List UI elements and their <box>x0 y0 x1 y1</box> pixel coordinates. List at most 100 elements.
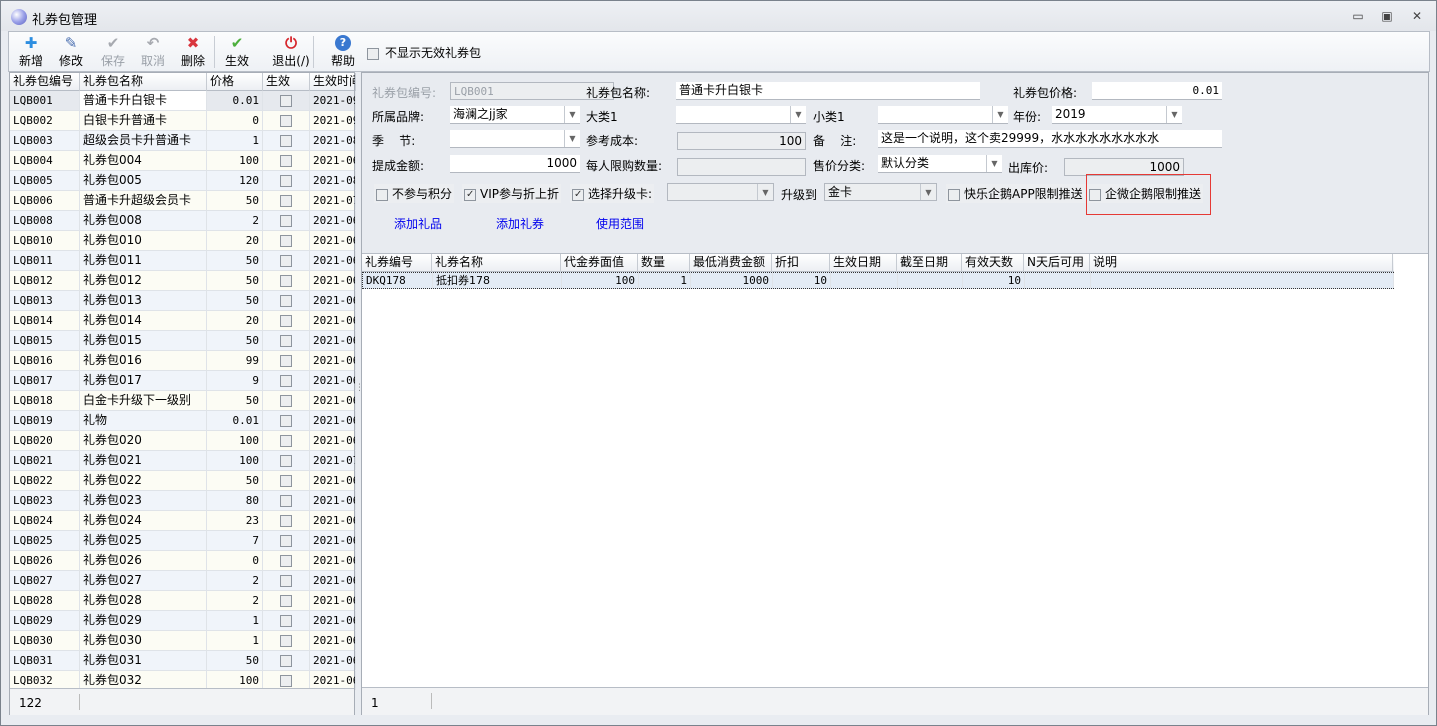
toolbar-button-3[interactable]: ↶ 取消 <box>135 34 171 70</box>
chevron-down-icon[interactable]: ▼ <box>564 130 580 147</box>
active-checkbox[interactable] <box>280 534 292 547</box>
table-row[interactable]: LQB014 礼券包014 20 2021-06 <box>10 311 356 331</box>
column-header[interactable]: 礼券包编号 <box>10 73 80 91</box>
usage-scope-link[interactable]: 使用范围 <box>596 215 644 232</box>
active-checkbox[interactable] <box>280 454 292 467</box>
chevron-down-icon[interactable]: ▼ <box>790 106 806 123</box>
column-header[interactable]: N天后可用 <box>1024 254 1090 272</box>
close-button[interactable]: ✕ <box>1409 9 1425 23</box>
toolbar-button-2[interactable]: ✔ 保存 <box>95 34 131 70</box>
active-checkbox[interactable] <box>280 274 292 287</box>
column-header[interactable]: 有效天数 <box>962 254 1024 272</box>
table-row[interactable]: LQB021 礼券包021 100 2021-07 <box>10 451 356 471</box>
app-push-limit-checkbox-box[interactable] <box>948 188 960 201</box>
active-checkbox[interactable] <box>280 114 292 127</box>
chevron-down-icon[interactable]: ▼ <box>992 106 1008 123</box>
hide-invalid-checkbox[interactable]: 不显示无效礼券包 <box>367 44 481 61</box>
column-header[interactable]: 截至日期 <box>897 254 962 272</box>
active-checkbox[interactable] <box>280 174 292 187</box>
column-header[interactable]: 代金券面值 <box>561 254 638 272</box>
table-row[interactable]: LQB002 白银卡升普通卡 0 2021-09 <box>10 111 356 131</box>
toolbar-button-5[interactable]: ✔ 生效 <box>219 34 255 70</box>
column-header[interactable]: 礼券包名称 <box>80 73 207 91</box>
toolbar-button-7[interactable]: ? 帮助 <box>325 34 361 70</box>
chevron-down-icon[interactable]: ▼ <box>564 106 580 123</box>
table-row[interactable]: LQB012 礼券包012 50 2021-06 <box>10 271 356 291</box>
active-checkbox[interactable] <box>280 574 292 587</box>
active-checkbox[interactable] <box>280 254 292 267</box>
column-header[interactable]: 数量 <box>638 254 690 272</box>
chevron-down-icon[interactable]: ▼ <box>1166 106 1182 123</box>
table-row[interactable]: LQB006 普通卡升超级会员卡 50 2021-07 <box>10 191 356 211</box>
app-push-limit-checkbox[interactable]: 快乐企鹅APP限制推送 <box>946 184 1085 203</box>
chevron-down-icon[interactable]: ▼ <box>920 184 936 200</box>
active-checkbox[interactable] <box>280 334 292 347</box>
column-header[interactable]: 价格 <box>207 73 263 91</box>
table-row[interactable]: LQB013 礼券包013 50 2021-06 <box>10 291 356 311</box>
year-select[interactable]: 2019 ▼ <box>1052 106 1182 124</box>
cat1-select[interactable]: ▼ <box>676 106 806 124</box>
table-row[interactable]: LQB011 礼券包011 50 2021-06 <box>10 251 356 271</box>
toolbar-button-1[interactable]: ✎ 修改 <box>53 34 89 70</box>
toolbar-button-0[interactable]: ✚ 新增 <box>13 34 49 70</box>
table-row[interactable]: LQB024 礼券包024 23 2021-06 <box>10 511 356 531</box>
table-row[interactable]: LQB001 普通卡升白银卡 0.01 2021-09 <box>10 91 356 111</box>
column-header[interactable]: 礼券编号 <box>362 254 432 272</box>
restore-button[interactable]: ▣ <box>1379 9 1395 23</box>
table-row[interactable]: LQB028 礼券包028 2 2021-06 <box>10 591 356 611</box>
column-header[interactable]: 最低消费金额 <box>690 254 772 272</box>
table-row[interactable]: LQB026 礼券包026 0 2021-06 <box>10 551 356 571</box>
upgrade-card-checkbox[interactable]: 选择升级卡: <box>570 184 655 203</box>
active-checkbox[interactable] <box>280 374 292 387</box>
vip-discount-checkbox-box[interactable] <box>464 188 476 201</box>
active-checkbox[interactable] <box>280 614 292 627</box>
table-row[interactable]: LQB019 礼物 0.01 2021-06 <box>10 411 356 431</box>
column-header[interactable]: 生效 <box>263 73 310 91</box>
vip-discount-checkbox[interactable]: VIP参与折上折 <box>462 184 561 203</box>
active-checkbox[interactable] <box>280 414 292 427</box>
table-row[interactable]: LQB017 礼券包017 9 2021-06 <box>10 371 356 391</box>
remark-field[interactable]: 这是一个说明，这个卖29999，水水水水水水水水水 <box>878 130 1222 148</box>
table-row[interactable]: LQB022 礼券包022 50 2021-06 <box>10 471 356 491</box>
table-row[interactable]: LQB010 礼券包010 20 2021-06 <box>10 231 356 251</box>
active-checkbox[interactable] <box>280 294 292 307</box>
active-checkbox[interactable] <box>280 94 292 107</box>
column-header[interactable]: 生效时间 <box>310 73 356 91</box>
toolbar-button-4[interactable]: ✖ 删除 <box>175 34 211 70</box>
season-select[interactable]: ▼ <box>450 130 580 148</box>
active-checkbox[interactable] <box>280 234 292 247</box>
active-checkbox[interactable] <box>280 554 292 567</box>
table-row[interactable]: LQB016 礼券包016 99 2021-06 <box>10 351 356 371</box>
upgrade-card-checkbox-box[interactable] <box>572 188 584 201</box>
chevron-down-icon[interactable]: ▼ <box>986 155 1002 172</box>
table-row[interactable]: LQB018 白金卡升级下一级别 50 2021-06 <box>10 391 356 411</box>
table-row[interactable]: LQB008 礼券包008 2 2021-06 <box>10 211 356 231</box>
table-row[interactable]: LQB005 礼券包005 120 2021-08 <box>10 171 356 191</box>
chevron-down-icon[interactable]: ▼ <box>757 184 773 200</box>
active-checkbox[interactable] <box>280 514 292 527</box>
toolbar-button-6[interactable]: ⏻ 退出(/) <box>261 34 321 70</box>
table-row[interactable]: LQB031 礼券包031 50 2021-06 <box>10 651 356 671</box>
active-checkbox[interactable] <box>280 134 292 147</box>
table-row[interactable]: LQB020 礼券包020 100 2021-06 <box>10 431 356 451</box>
table-row[interactable]: LQB027 礼券包027 2 2021-06 <box>10 571 356 591</box>
column-header[interactable]: 说明 <box>1090 254 1393 272</box>
brand-select[interactable]: 海澜之jj家 ▼ <box>450 106 580 124</box>
table-row[interactable]: LQB029 礼券包029 1 2021-06 <box>10 611 356 631</box>
no-points-checkbox[interactable]: 不参与积分 <box>374 184 455 203</box>
active-checkbox[interactable] <box>280 634 292 647</box>
price-field[interactable]: 0.01 <box>1092 82 1222 100</box>
active-checkbox[interactable] <box>280 654 292 667</box>
minimize-button[interactable]: ▭ <box>1350 9 1366 23</box>
table-row[interactable]: LQB015 礼券包015 50 2021-06 <box>10 331 356 351</box>
add-gift-link[interactable]: 添加礼品 <box>394 215 442 232</box>
active-checkbox[interactable] <box>280 194 292 207</box>
table-row[interactable]: LQB023 礼券包023 80 2021-06 <box>10 491 356 511</box>
price-category-select[interactable]: 默认分类 ▼ <box>878 155 1002 173</box>
active-checkbox[interactable] <box>280 674 292 687</box>
column-header[interactable]: 生效日期 <box>830 254 897 272</box>
active-checkbox[interactable] <box>280 394 292 407</box>
table-row[interactable]: LQB030 礼券包030 1 2021-06 <box>10 631 356 651</box>
active-checkbox[interactable] <box>280 434 292 447</box>
no-points-checkbox-box[interactable] <box>376 188 388 201</box>
